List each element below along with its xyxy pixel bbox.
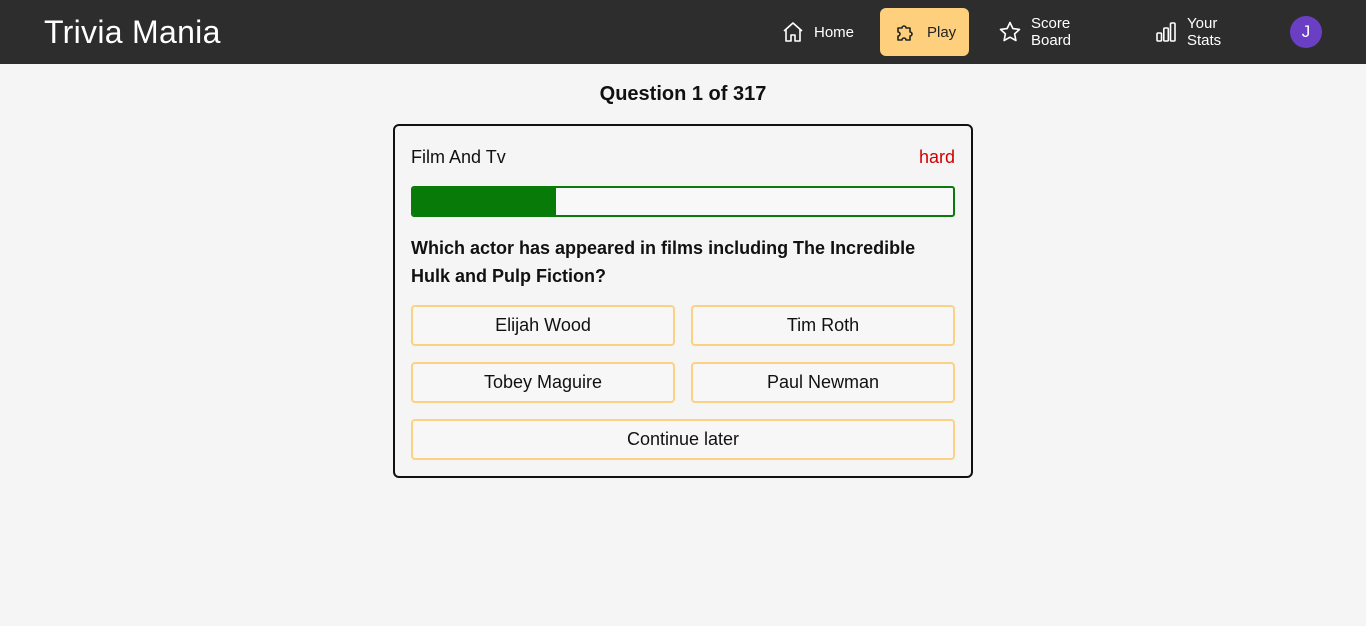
home-icon — [783, 22, 803, 42]
nav-home[interactable]: Home — [767, 8, 866, 56]
top-navbar: Trivia Mania Home Play Score Board Your … — [0, 0, 1366, 64]
bar-chart-icon — [1156, 22, 1176, 42]
continue-later-button[interactable]: Continue later — [411, 419, 955, 460]
nav-home-label: Home — [814, 23, 855, 41]
question-category: Film And Tv — [411, 147, 506, 167]
user-avatar[interactable]: J — [1290, 16, 1322, 48]
puzzle-icon — [897, 25, 913, 41]
answer-button[interactable]: Elijah Wood — [411, 305, 675, 346]
timer-progress-fill — [413, 188, 557, 215]
nav-your-stats[interactable]: Your Stats — [1140, 8, 1268, 56]
answer-button[interactable]: Tobey Maguire — [411, 362, 675, 403]
answer-button[interactable]: Paul Newman — [691, 362, 955, 403]
nav-your-stats-label: Your Stats — [1187, 15, 1222, 49]
question-card: Film And Tv hard Which actor has appeare… — [393, 124, 973, 478]
difficulty-badge: hard — [918, 147, 955, 167]
question-counter: Question 1 of 317 — [599, 83, 767, 105]
nav-score-board-label: Score Board — [1031, 15, 1072, 49]
answer-button[interactable]: Tim Roth — [691, 305, 955, 346]
question-text: Which actor has appeared in films includ… — [411, 238, 916, 286]
nav-play[interactable]: Play — [880, 8, 969, 56]
app-brand[interactable]: Trivia Mania — [44, 13, 221, 51]
timer-progress-bar — [411, 186, 955, 217]
nav-play-label: Play — [927, 23, 957, 41]
star-icon — [999, 21, 1021, 42]
nav-score-board[interactable]: Score Board — [984, 8, 1126, 56]
